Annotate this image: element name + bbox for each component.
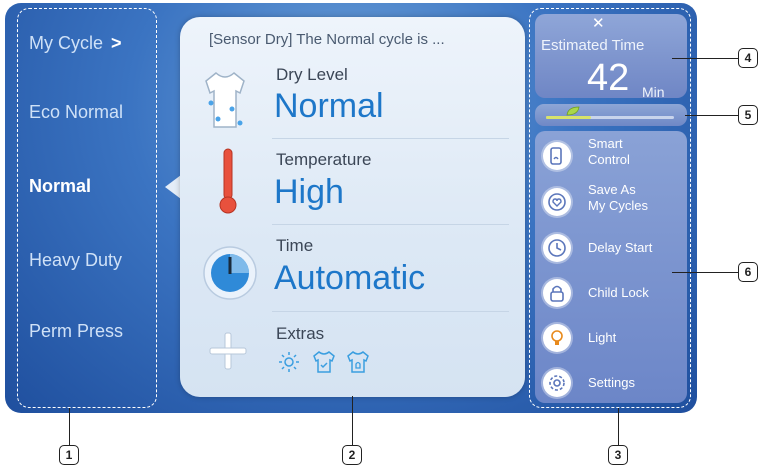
row-divider	[272, 224, 509, 225]
row-divider	[272, 138, 509, 139]
callout-leader-2	[352, 396, 353, 445]
temperature-value[interactable]: High	[274, 173, 344, 212]
lock-icon[interactable]	[543, 279, 571, 307]
eco-level-bar	[535, 104, 687, 126]
option-label-line1: Child Lock	[588, 285, 649, 300]
estimated-time-unit: Min	[642, 84, 665, 100]
dry-level-label: Dry Level	[276, 65, 348, 84]
callout-6: 6	[738, 262, 758, 282]
options-panel	[535, 131, 687, 403]
plus-icon[interactable]	[208, 331, 248, 371]
cycle-eco-normal[interactable]: Eco Normal	[29, 102, 123, 123]
cycle-detail-panel: [Sensor Dry] The Normal cycle is ... Dry…	[180, 17, 525, 397]
option-label[interactable]: Light	[588, 330, 616, 346]
callout-1: 1	[59, 445, 79, 465]
panel-header: [Sensor Dry] The Normal cycle is ...	[209, 31, 445, 48]
row-divider	[272, 311, 509, 312]
option-label[interactable]: Smart Control	[588, 136, 630, 168]
cycle-heavy-duty[interactable]: Heavy Duty	[29, 250, 122, 271]
option-label[interactable]: Delay Start	[588, 240, 652, 256]
save-heart-icon[interactable]	[543, 188, 571, 216]
shirt-check-icon[interactable]	[312, 350, 336, 374]
leaf-icon	[566, 106, 580, 116]
gear-icon[interactable]	[543, 369, 571, 397]
sun-icon[interactable]	[278, 351, 300, 373]
region-outline-1	[17, 8, 157, 408]
callout-leader-1	[69, 408, 70, 445]
callout-4: 4	[738, 48, 758, 68]
clock-icon[interactable]	[543, 234, 571, 262]
smart-control-icon[interactable]	[543, 142, 571, 170]
option-label[interactable]: Settings	[588, 375, 635, 391]
eco-level-fill	[546, 116, 591, 119]
estimated-time-value: 42	[587, 57, 630, 99]
callout-leader-3	[618, 408, 619, 445]
option-label[interactable]: Save As My Cycles	[588, 182, 648, 214]
chevron-right-icon: >	[111, 33, 122, 53]
callout-2: 2	[342, 445, 362, 465]
callout-leader-6	[672, 272, 738, 273]
option-label-line1: Settings	[588, 375, 635, 390]
option-label-line1: Light	[588, 330, 617, 345]
callout-leader-5	[685, 115, 738, 116]
dry-level-value[interactable]: Normal	[274, 87, 384, 126]
cycle-label: My Cycle	[29, 33, 104, 53]
time-value[interactable]: Automatic	[274, 259, 425, 298]
close-icon[interactable]: ✕	[592, 14, 605, 32]
shirt-icon	[205, 72, 245, 128]
option-label-line1: Delay Start	[588, 240, 653, 255]
temperature-label: Temperature	[276, 150, 372, 169]
callout-3: 3	[608, 445, 628, 465]
panel-pointer	[165, 175, 181, 199]
bulb-icon[interactable]	[543, 324, 571, 352]
estimated-time-label: Estimated Time	[541, 37, 645, 54]
callout-leader-4	[672, 58, 738, 59]
option-label-line1: Save As	[588, 182, 636, 197]
cycle-perm-press[interactable]: Perm Press	[29, 321, 123, 342]
callout-5: 5	[738, 105, 758, 125]
time-label: Time	[276, 236, 314, 255]
cycle-my-cycle[interactable]: My Cycle >	[29, 33, 122, 54]
extras-label: Extras	[276, 324, 325, 343]
timer-dial-icon	[203, 246, 257, 300]
option-label-line2: My Cycles	[588, 198, 648, 213]
cycle-normal[interactable]: Normal	[29, 176, 91, 197]
option-label-line1: Smart	[588, 136, 623, 151]
option-label-line2: Control	[588, 152, 630, 167]
option-label[interactable]: Child Lock	[588, 285, 649, 301]
shirt-bell-icon[interactable]	[346, 350, 370, 374]
thermometer-icon	[219, 148, 237, 214]
